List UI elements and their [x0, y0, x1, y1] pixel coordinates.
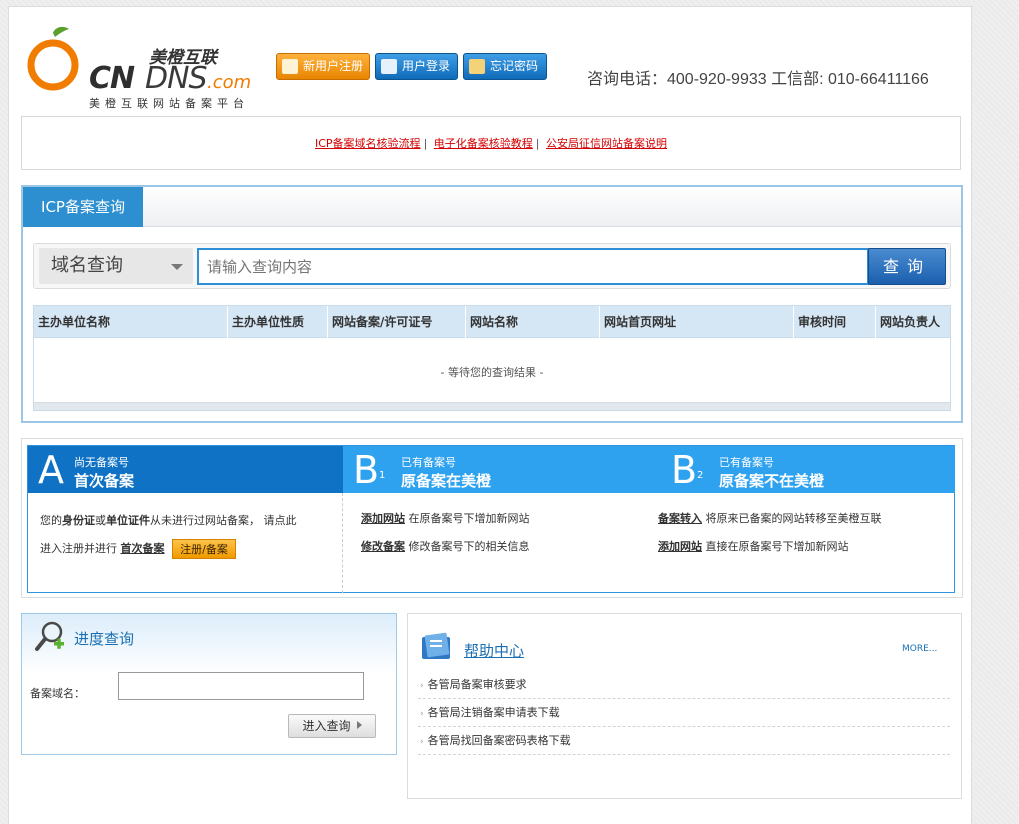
- search-input[interactable]: [197, 248, 869, 285]
- first-filing-link[interactable]: 首次备案: [121, 542, 165, 555]
- brand-slogan: 美橙互联网站备案平台: [89, 97, 249, 110]
- option-b1-title: 原备案在美橙: [401, 472, 492, 490]
- col-organizer-name: 主办单位名称: [34, 306, 228, 338]
- lock-icon: [469, 59, 485, 74]
- register-button[interactable]: 新用户注册: [276, 53, 370, 80]
- help-book-icon: [422, 632, 450, 659]
- col-site-owner: 网站负责人: [880, 315, 941, 329]
- option-b2-subtitle: 已有备案号: [719, 456, 774, 469]
- option-b2-header: B 2 已有备案号 原备案不在美橙: [639, 446, 955, 493]
- option-a-line-1: 您的身份证或单位证件从未进行过网站备案， 请点此: [40, 514, 297, 527]
- results-table-header: 主办单位名称 主办单位性质 网站备案/许可证号 网站名称 网站首页网址 审核时间…: [34, 306, 950, 338]
- orange-logo-icon: [27, 26, 79, 91]
- b2-transfer-filing-link[interactable]: 备案转入: [658, 512, 702, 525]
- forgot-password-button[interactable]: 忘记密码: [463, 53, 547, 80]
- arrow-right-icon: [356, 721, 362, 729]
- notice-links-row: ICP备案域名核验流程 | 电子化备案核验教程 | 公安局征信网站备案说明: [315, 137, 667, 150]
- filing-domain-input[interactable]: [118, 672, 364, 700]
- option-b2-title: 原备案不在美橙: [719, 472, 825, 490]
- login-button[interactable]: 用户登录: [375, 53, 458, 80]
- option-b2-body: 备案转入 将原来已备案的网站转移至美橙互联 添加网站 直接在原备案号下增加新网站: [658, 493, 948, 593]
- bullet-icon: ›: [420, 737, 424, 747]
- login-label: 用户登录: [402, 59, 451, 73]
- help-more-link[interactable]: MORE...: [902, 644, 937, 654]
- notice-links-box: ICP备案域名核验流程 | 电子化备案核验教程 | 公安局征信网站备案说明: [21, 116, 961, 170]
- hotline-text: 咨询电话：400-920-9933 工信部: 010-66411166: [587, 71, 929, 88]
- results-table: 主办单位名称 主办单位性质 网站备案/许可证号 网站名称 网站首页网址 审核时间…: [33, 305, 951, 411]
- option-b1-subtitle: 已有备案号: [401, 456, 456, 469]
- search-bar: 域名查询 查询: [33, 243, 951, 289]
- bullet-icon: ›: [420, 709, 424, 719]
- help-item[interactable]: › 各管局注销备案申请表下载: [418, 699, 950, 727]
- logo-com-text: .com: [207, 72, 252, 93]
- option-a-title: 首次备案: [74, 472, 135, 490]
- option-a-line-2: 进入注册并进行 首次备案 注册/备案: [40, 535, 330, 563]
- progress-query-button[interactable]: 进入查询: [288, 714, 376, 738]
- register-filing-button[interactable]: 注册/备案: [172, 539, 236, 559]
- option-b2-row: 添加网站 直接在原备案号下增加新网站: [658, 540, 849, 553]
- b1-add-site-link[interactable]: 添加网站: [361, 512, 405, 525]
- help-item[interactable]: › 各管局备案审核要求: [418, 671, 950, 699]
- link-e-filing-tutorial[interactable]: 电子化备案核验教程: [434, 137, 533, 150]
- logo-cn-text: CN: [89, 61, 135, 96]
- users-icon: [282, 59, 298, 74]
- option-b1-row: 添加网站 在原备案号下增加新网站: [361, 512, 530, 525]
- col-organizer-type: 主办单位性质: [228, 306, 328, 338]
- progress-query-title: 进度查询: [74, 630, 135, 648]
- col-review-time: 审核时间: [794, 306, 876, 338]
- option-a-body: 您的身份证或单位证件从未进行过网站备案， 请点此 进入注册并进行 首次备案 注册…: [28, 493, 343, 593]
- horizontal-scrollbar[interactable]: [34, 402, 950, 410]
- company-cert-text: 单位证件: [106, 514, 150, 527]
- empty-result-text: - 等待您的查询结果 -: [440, 366, 544, 379]
- page-container: 美橙互联 CN DNS .com 美橙互联网站备案平台 新用户注册 用户登录 忘…: [8, 6, 972, 824]
- b2-add-site-link[interactable]: 添加网站: [658, 540, 702, 553]
- col-site-name: 网站名称: [466, 306, 600, 338]
- chevron-down-icon: [171, 264, 183, 270]
- query-type-select[interactable]: 域名查询: [39, 248, 193, 284]
- option-b2-number: 2: [697, 470, 704, 481]
- filing-options-box: A 尚无备案号 首次备案 B 1 已有备案号 原备案在美橙 B 2 已有备案号 …: [21, 438, 963, 598]
- option-b2-letter: B: [671, 448, 698, 492]
- link-icp-domain-verify[interactable]: ICP备案域名核验流程: [315, 137, 421, 150]
- option-b1-row: 修改备案 修改备案号下的相关信息: [361, 540, 530, 553]
- option-b1-number: 1: [379, 470, 386, 481]
- tab-icp-query[interactable]: ICP备案查询: [23, 187, 143, 227]
- register-label: 新用户注册: [303, 59, 364, 73]
- filing-domain-label: 备案域名：: [30, 687, 85, 700]
- option-a-header: A 尚无备案号 首次备案: [28, 446, 343, 493]
- option-b1-header: B 1 已有备案号 原备案在美橙: [343, 446, 639, 493]
- filing-options-panel: A 尚无备案号 首次备案 B 1 已有备案号 原备案在美橙 B 2 已有备案号 …: [27, 445, 955, 593]
- option-b1-body: 添加网站 在原备案号下增加新网站 修改备案 修改备案号下的相关信息: [361, 493, 641, 593]
- login-form-icon: [381, 59, 397, 74]
- option-b2-row: 备案转入 将原来已备案的网站转移至美橙互联: [658, 512, 882, 525]
- icp-panel-header: ICP备案查询: [23, 187, 961, 227]
- bullet-icon: ›: [420, 681, 424, 691]
- progress-query-button-label: 进入查询: [302, 719, 351, 733]
- link-police-filing-guide[interactable]: 公安局征信网站备案说明: [546, 137, 667, 150]
- col-license-number: 网站备案/许可证号: [328, 306, 466, 338]
- help-center-title[interactable]: 帮助中心: [464, 640, 524, 661]
- help-list: › 各管局备案审核要求 › 各管局注销备案申请表下载 › 各管局找回备案密码表格下载: [418, 671, 950, 755]
- id-card-text: 身份证: [62, 514, 95, 527]
- help-item[interactable]: › 各管局找回备案密码表格下载: [418, 727, 950, 755]
- progress-query-panel: 进度查询 备案域名： 进入查询: [21, 613, 397, 755]
- query-button[interactable]: 查询: [868, 248, 946, 285]
- logo-dns-text: DNS: [145, 61, 208, 96]
- b1-modify-filing-link[interactable]: 修改备案: [361, 540, 405, 553]
- help-center-panel: 帮助中心 MORE... › 各管局备案审核要求 › 各管局注销备案申请表下载 › 各…: [407, 613, 962, 799]
- option-a-subtitle: 尚无备案号: [74, 456, 129, 469]
- forgot-label: 忘记密码: [490, 59, 539, 73]
- option-a-letter: A: [38, 448, 64, 492]
- option-b1-letter: B: [353, 448, 380, 492]
- col-homepage-url: 网站首页网址: [600, 306, 794, 338]
- icp-query-panel: ICP备案查询 域名查询 查询 主办单位名称 主办单位性质 网站备案/许可证号 …: [21, 185, 963, 423]
- magnifier-add-icon: [35, 621, 64, 651]
- query-type-value: 域名查询: [51, 255, 123, 276]
